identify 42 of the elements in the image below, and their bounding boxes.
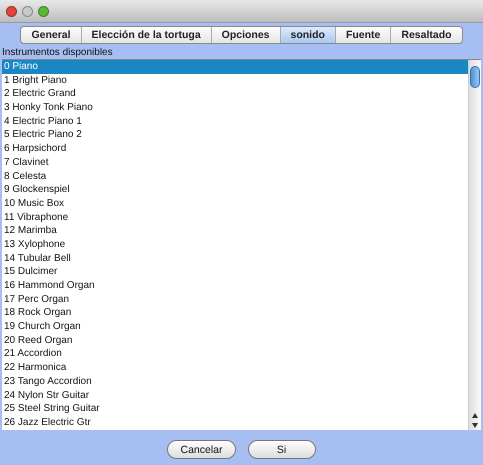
list-item[interactable]: 17 Perc Organ [2,292,468,306]
list-item[interactable]: 9 Glockenspiel [2,183,468,197]
list-item[interactable]: 20 Reed Organ [2,334,468,348]
list-item[interactable]: 12 Marimba [2,224,468,238]
minimize-button[interactable] [22,6,33,16]
tab[interactable]: Elección de la tortuga [82,27,212,43]
list-item[interactable]: 24 Nylon Str Guitar [2,388,468,402]
cancel-button[interactable]: Cancelar [167,440,236,459]
list-item[interactable]: 0 Piano [2,60,468,74]
scroll-thumb[interactable] [470,66,480,88]
list-item[interactable]: 22 Harmonica [2,361,468,375]
tab[interactable]: Resaltado [391,27,462,43]
list-item[interactable]: 2 Electric Grand [2,87,468,102]
close-button[interactable] [6,6,17,16]
confirm-button[interactable]: Si [248,440,316,459]
tab[interactable]: General [21,27,82,43]
list-item[interactable]: 16 Hammond Organ [2,279,468,293]
list-item[interactable]: 26 Jazz Electric Gtr [2,416,468,430]
zoom-button[interactable] [38,6,49,16]
list-item[interactable]: 13 Xylophone [2,238,468,252]
tab[interactable]: sonido [280,27,336,43]
list-item[interactable]: 14 Tubular Bell [2,252,468,266]
list-item[interactable]: 11 Vibraphone [2,210,468,224]
list-item[interactable]: 4 Electric Piano 1 [2,114,468,128]
scrollbar[interactable] [468,60,481,430]
list-item[interactable]: 8 Celesta [2,170,468,184]
list-item[interactable]: 1 Bright Piano [2,74,468,88]
list-item[interactable]: 25 Steel String Guitar [2,402,468,416]
list-label: Instrumentos disponibles [1,46,114,59]
tab[interactable]: Fuente [336,27,392,43]
list-item[interactable]: 10 Music Box [2,196,468,211]
list-item[interactable]: 19 Church Organ [2,320,468,334]
list-item[interactable]: 18 Rock Organ [2,306,468,320]
list-item[interactable]: 5 Electric Piano 2 [2,128,468,142]
list-item[interactable]: 6 Harpsichord [2,142,468,156]
scroll-down-icon[interactable] [472,422,478,428]
list-item[interactable]: 23 Tango Accordion [2,374,468,388]
list-item[interactable]: 7 Clavinet [2,156,468,170]
list-item[interactable]: 21 Accordion [2,347,468,362]
scroll-up-icon[interactable] [472,412,478,418]
list-item[interactable]: 15 Dulcimer [2,265,468,279]
list-item[interactable]: 3 Honky Tonk Piano [2,101,468,115]
